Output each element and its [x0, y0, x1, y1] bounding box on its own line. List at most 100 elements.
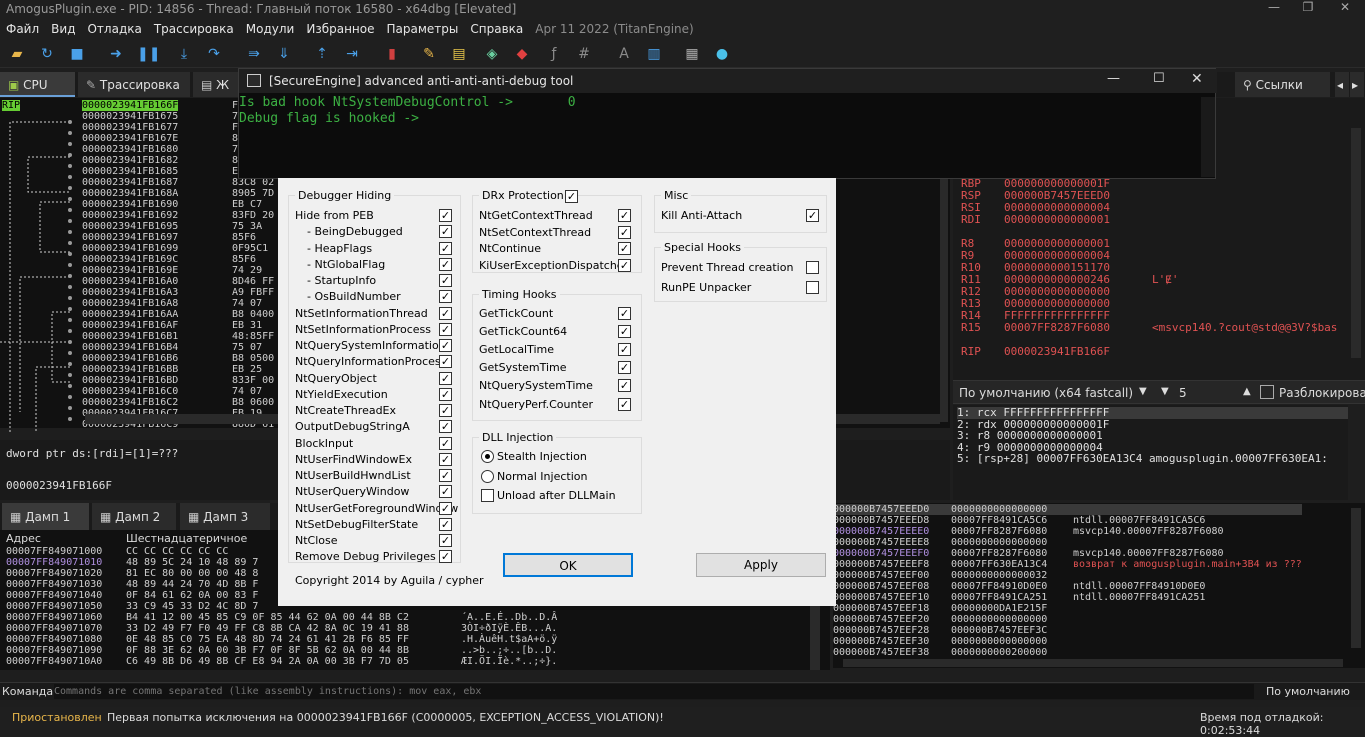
option-checkbox[interactable]: ✓	[439, 420, 452, 434]
argument-row[interactable]: 3: r8 0000000000000001	[957, 430, 1348, 442]
stack-row[interactable]: 000000B7457EEF28 000000B7457EEF3C	[833, 625, 1302, 636]
globe-icon[interactable]: ●	[713, 45, 731, 63]
calculator-icon[interactable]: ▦	[683, 45, 701, 63]
menu-file[interactable]: Файл	[0, 20, 45, 36]
restore-icon[interactable]: ❐	[1293, 0, 1323, 20]
disasm-address[interactable]: 0000023941FB16A8	[82, 298, 178, 309]
option-checkbox[interactable]: ✓	[618, 307, 631, 320]
disasm-address[interactable]: 0000023941FB169C	[82, 254, 178, 265]
argcount-field[interactable]: 5	[1179, 386, 1187, 400]
memory-icon[interactable]: ▥	[645, 45, 663, 63]
minimize-icon[interactable]: —	[1259, 0, 1289, 20]
option-checkbox[interactable]: ✓	[806, 209, 819, 222]
disasm-address[interactable]: 0000023941FB16B6	[82, 353, 178, 364]
stack-row[interactable]: 000000B7457EEED0 0000000000000000	[833, 504, 1302, 515]
register-row[interactable]: RIP 0000023941FB166F	[961, 346, 1337, 358]
option-checkbox[interactable]: ✓	[439, 404, 452, 417]
option-checkbox[interactable]: ✓	[439, 257, 452, 271]
option-checkbox[interactable]: ✓	[618, 209, 631, 222]
stack-row[interactable]: 000000B7457EEF30 0000000000000000	[833, 636, 1302, 647]
console-scrollbar[interactable]	[1201, 97, 1215, 177]
stack-row[interactable]: 000000B7457EEEF8 00007FF630EA13C4 возврат …	[833, 559, 1302, 570]
bookmark-icon[interactable]: ◆	[513, 45, 531, 63]
trace-into-icon[interactable]: ⇛	[245, 45, 263, 63]
option-checkbox[interactable]	[806, 261, 819, 274]
disasm-address[interactable]: 0000023941FB1695	[82, 221, 178, 232]
stack-row[interactable]: 000000B7457EEF08 00007FF84910D0E0 ntdll.00…	[833, 581, 1302, 592]
command-input[interactable]	[54, 684, 1254, 699]
dump-row[interactable]: 00007FF849071080 0E 48 85 C0 75 EA 48 8D …	[6, 634, 557, 645]
open-icon[interactable]: ▰	[8, 45, 26, 63]
disasm-address[interactable]: 0000023941FB16AF	[82, 320, 178, 331]
console-close-icon[interactable]: ✕	[1191, 71, 1203, 87]
menu-options[interactable]: Параметры	[381, 20, 465, 36]
stack-vscrollbar[interactable]	[1351, 508, 1361, 648]
option-checkbox[interactable]: ✓	[618, 225, 631, 239]
option-checkbox[interactable]: ✓	[439, 322, 452, 336]
execute-till-return-icon[interactable]: ⇡	[313, 45, 331, 63]
option-checkbox[interactable]: ✓	[439, 469, 452, 482]
tab-dump-3[interactable]: ▦ Дамп 3	[180, 503, 270, 530]
stack-row[interactable]: 000000B7457EEF00 0000000000000032	[833, 570, 1302, 581]
stack-row[interactable]: 000000B7457EEF10 00007FF8491CA251 ntdll.00…	[833, 592, 1302, 603]
option-checkbox[interactable]: ✓	[439, 306, 452, 320]
disasm-address[interactable]: 0000023941FB1697	[82, 232, 178, 243]
disasm-address[interactable]: 0000023941FB16C0	[82, 386, 178, 397]
patch-icon[interactable]: ✎	[420, 45, 438, 63]
dump-row[interactable]: 00007FF849071090 0F 88 3E 62 0A 00 3B F7 …	[6, 645, 557, 656]
disasm-address[interactable]: 0000023941FB16B4	[82, 342, 178, 353]
stealth-injection-radio[interactable]	[481, 450, 494, 463]
hash-icon[interactable]: #	[575, 45, 593, 63]
step-over-icon[interactable]: ↷	[205, 45, 223, 63]
option-checkbox[interactable]: ✓	[439, 550, 452, 564]
option-checkbox[interactable]: ✓	[439, 485, 452, 499]
disasm-address[interactable]: 0000023941FB16A3	[82, 287, 178, 298]
disasm-address[interactable]: 0000023941FB168A	[82, 188, 178, 199]
font-icon[interactable]: A	[615, 45, 633, 63]
stack-row[interactable]: 000000B7457EEF38 0000000000200000	[833, 647, 1302, 658]
option-checkbox[interactable]: ✓	[439, 534, 452, 547]
stack-row[interactable]: 000000B7457EEEE8 0000000000000000	[833, 537, 1302, 548]
tab-trace[interactable]: ✎ Трассировка	[78, 72, 190, 97]
tab-dump-1[interactable]: ▦ Дамп 1	[2, 503, 89, 530]
argument-row[interactable]: 1: rcx FFFFFFFFFFFFFFFF	[957, 407, 1348, 419]
calling-convention-select[interactable]: По умолчанию (x64 fastcall)	[959, 386, 1133, 400]
argument-row[interactable]: 5: [rsp+28] 00007FF630EA13C4 amogusplugi…	[957, 453, 1348, 465]
normal-injection-radio[interactable]	[481, 470, 494, 483]
disasm-address[interactable]: 0000023941FB16BD	[82, 375, 178, 386]
option-checkbox[interactable]: ✓	[618, 343, 631, 357]
disasm-address[interactable]: 0000023941FB167E	[82, 133, 178, 144]
option-checkbox[interactable]: ✓	[439, 501, 452, 515]
scylla-icon[interactable]: ▮	[383, 45, 401, 63]
option-checkbox[interactable]: ✓	[439, 517, 452, 531]
disasm-address[interactable]: 0000023941FB1682	[82, 155, 178, 166]
option-checkbox[interactable]: ✓	[439, 274, 452, 287]
unload-after-dllmain-checkbox[interactable]	[481, 489, 494, 502]
argcount-dropdown-icon[interactable]: ▼	[1161, 386, 1169, 397]
option-checkbox[interactable]: ✓	[439, 209, 452, 222]
disasm-address[interactable]: 0000023941FB1687	[82, 177, 178, 188]
restart-icon[interactable]: ↻	[38, 45, 56, 63]
stack-row[interactable]: 000000B7457EEF20 0000000000000000	[833, 614, 1302, 625]
disasm-address[interactable]: 0000023941FB16A0	[82, 276, 178, 287]
pause-icon[interactable]: ❚❚	[137, 45, 160, 63]
menu-help[interactable]: Справка	[464, 20, 529, 36]
option-checkbox[interactable]: ✓	[618, 258, 631, 272]
dump-scrollbar[interactable]	[810, 600, 820, 670]
drx-protection-checkbox[interactable]: ✓	[565, 190, 578, 203]
menu-favourites[interactable]: Избранное	[300, 20, 380, 36]
disasm-address[interactable]: 0000023941FB16AA	[82, 309, 178, 320]
argcount-spin-icon[interactable]: ▲	[1243, 386, 1251, 397]
run-to-user-code-icon[interactable]: ⇥	[343, 45, 361, 63]
disasm-address[interactable]: 0000023941FB169E	[82, 265, 178, 276]
trace-over-icon[interactable]: ⇓	[275, 45, 293, 63]
tab-cpu[interactable]: ▣ CPU	[0, 72, 75, 97]
function-icon[interactable]: ƒ	[545, 45, 563, 63]
console-maximize-icon[interactable]: ☐	[1153, 71, 1165, 86]
option-checkbox[interactable]: ✓	[439, 436, 452, 450]
option-checkbox[interactable]: ✓	[618, 325, 631, 339]
disasm-address[interactable]: 0000023941FB1690	[82, 199, 178, 210]
tab-dump-2[interactable]: ▦ Дамп 2	[92, 503, 176, 530]
register-row[interactable]: R15 00007FF8287F6080 <msvcp140.?cout@std@@…	[961, 322, 1337, 334]
registers-scrollbar[interactable]	[1351, 128, 1361, 358]
